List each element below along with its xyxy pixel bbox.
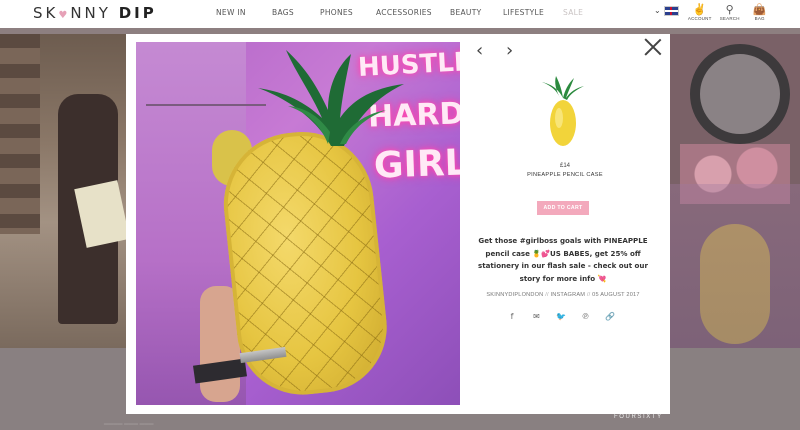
chevron-right-icon[interactable]: › [506,42,513,60]
product-name[interactable]: PINEAPPLE PENCIL CASE [470,172,660,178]
bottom-decoration: ▔▔▔▔ ▔▔▔ ▔▔▔ [104,425,154,430]
facebook-icon[interactable]: f [506,311,518,323]
bag-button[interactable]: 👜 BAG [745,4,775,21]
foursixty-brand[interactable]: FOURSIXTY [614,414,663,420]
nav-new-in[interactable]: NEW IN [216,8,272,17]
account-label: ACCOUNT [687,16,712,21]
logo-text-a: SK [33,4,59,22]
link-icon[interactable]: 🔗 [604,311,616,323]
nav-sale[interactable]: SALE [563,8,583,17]
meta-separator: // [545,292,549,298]
post-handle[interactable]: SKINNYDIPLONDON [486,292,543,298]
instagram-photo: HUSTLE HARD GIRL [136,42,460,405]
search-label: SEARCH [719,16,740,21]
nav-phones[interactable]: PHONES [320,8,376,17]
bag-icon: 👜 [752,4,767,16]
post-source[interactable]: INSTAGRAM [550,292,585,298]
background-tint [670,184,800,348]
search-button[interactable]: ⚲ SEARCH [715,4,745,21]
logo-text-b: NNY [70,4,119,22]
logo-text-bold: DIP [118,4,157,22]
twitter-icon[interactable]: 🐦 [555,311,567,323]
header-utilities: ⌄ ✌ ACCOUNT ⚲ SEARCH 👜 BAG [654,4,775,26]
bag-label: BAG [754,16,765,21]
uk-flag-icon[interactable] [663,6,679,16]
background-building [0,34,40,234]
site-header: SK♥NNY DIP NEW IN BAGS PHONES ACCESSORIE… [0,0,800,28]
skinnydip-logo[interactable]: SK♥NNY DIP [33,4,157,22]
account-button[interactable]: ✌ ACCOUNT [685,4,715,21]
pineapple-leaves [258,50,404,146]
post-navigation: ‹ › [476,42,526,62]
add-to-cart-button[interactable]: ADD TO CART [537,201,589,215]
nav-accessories[interactable]: ACCESSORIES [376,8,450,17]
email-icon[interactable]: ✉ [531,311,543,323]
nav-bags[interactable]: BAGS [272,8,320,17]
background-steering-wheel [690,44,790,144]
photo-shelf [146,104,266,106]
share-icons: f ✉ 🐦 ℗ 🔗 [506,311,616,323]
meta-separator: // [586,292,591,298]
close-icon[interactable] [644,38,662,56]
post-meta: SKINNYDIPLONDON // INSTAGRAM // 05 AUGUS… [472,292,654,298]
account-icon: ✌ [692,4,707,16]
post-date: 05 AUGUST 2017 [592,292,640,298]
chevron-left-icon[interactable]: ‹ [476,42,483,60]
instagram-lightbox: HUSTLE HARD GIRL ‹ › [126,34,670,414]
product-price: £14 [559,163,570,169]
main-nav: NEW IN BAGS PHONES ACCESSORIES BEAUTY LI… [216,8,583,17]
neon-word-3: GIRL [373,142,460,187]
product-thumbnail[interactable] [538,76,588,148]
logo-heart: ♥ [58,10,71,21]
post-caption: Get those #girlboss goals with PINEAPPLE… [478,236,648,283]
background-photo-right [670,34,800,348]
search-icon: ⚲ [725,4,734,16]
background-photo-left [0,34,130,348]
chevron-down-icon[interactable]: ⌄ [654,6,661,15]
pinterest-icon[interactable]: ℗ [580,311,592,323]
nav-beauty[interactable]: BEAUTY [450,8,503,17]
nav-lifestyle[interactable]: LIFESTYLE [503,8,563,17]
